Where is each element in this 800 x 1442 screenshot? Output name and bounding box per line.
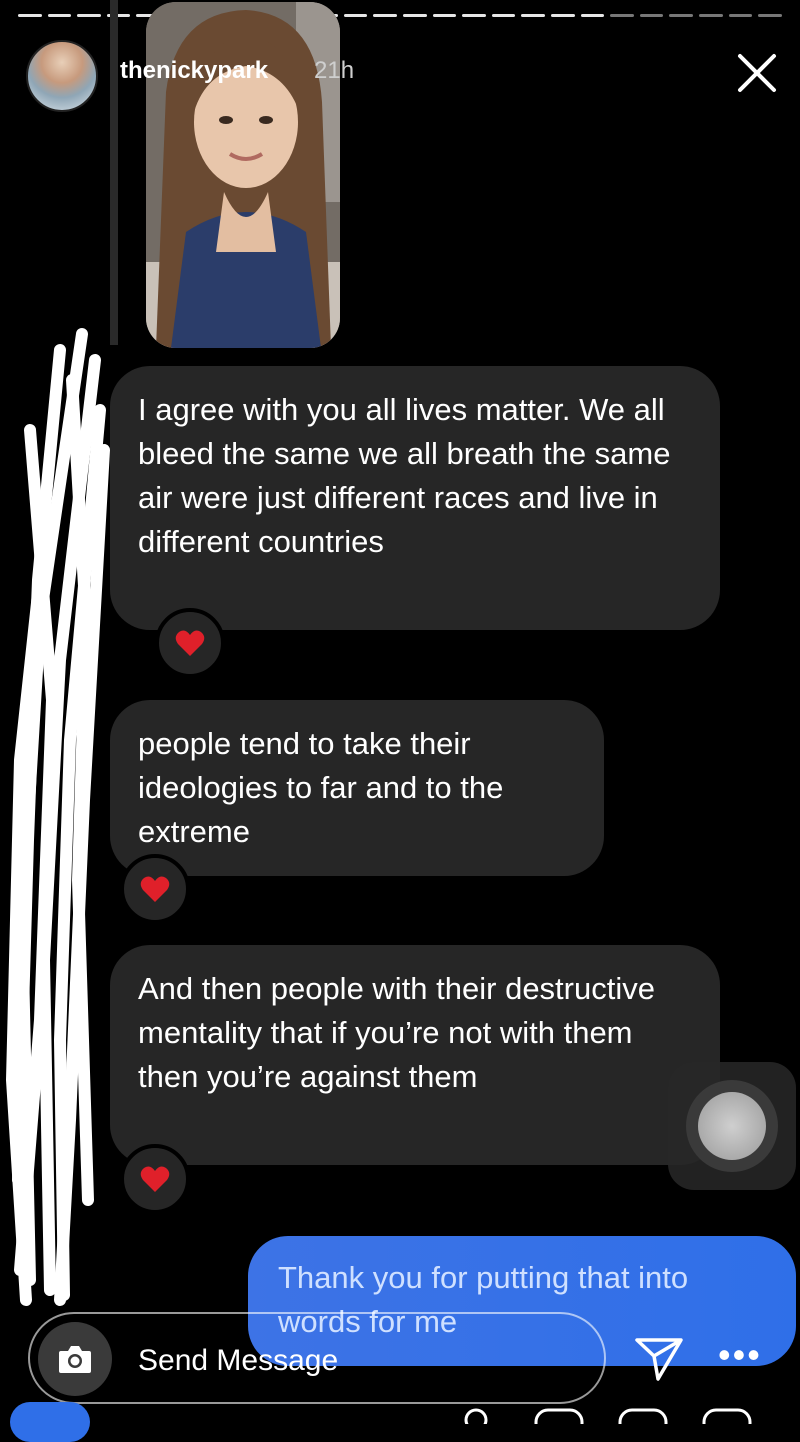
message-text: I agree with you all lives matter. We al… <box>138 392 671 559</box>
bottom-camera-shortcut[interactable] <box>10 1402 90 1442</box>
story-timestamp: 21h <box>314 57 355 84</box>
send-icon[interactable] <box>634 1336 684 1382</box>
send-message-placeholder: Send Message <box>138 1344 339 1377</box>
bottom-toolbar-icons <box>464 1408 752 1424</box>
divider-line <box>110 0 118 345</box>
message-text: And then people with their destructive m… <box>138 971 655 1094</box>
progress-segment <box>343 14 368 17</box>
progress-segment <box>432 14 457 17</box>
avatar[interactable] <box>26 40 98 112</box>
message-text: people tend to take their ideologies to … <box>138 726 504 849</box>
selfie-image <box>146 2 340 348</box>
progress-segment <box>521 14 545 17</box>
camera-button[interactable] <box>38 1322 112 1396</box>
message-reaction[interactable] <box>120 854 190 924</box>
received-message-bubble[interactable]: people tend to take their ideologies to … <box>110 700 604 876</box>
progress-segment <box>462 14 486 17</box>
progress-segment <box>550 14 575 17</box>
progress-segment <box>402 14 427 17</box>
more-options-button[interactable]: ••• <box>718 1337 762 1373</box>
progress-segment <box>639 14 664 17</box>
message-reaction[interactable] <box>120 1144 190 1214</box>
close-icon <box>738 54 776 92</box>
heart-icon <box>140 1166 170 1192</box>
progress-segment <box>373 14 397 17</box>
progress-segment <box>491 14 516 17</box>
progress-segment <box>580 14 605 17</box>
progress-segment <box>728 14 753 17</box>
progress-segment <box>47 14 72 17</box>
close-button[interactable] <box>736 52 778 94</box>
progress-segment <box>699 14 723 17</box>
camera-icon <box>59 1346 91 1373</box>
assistive-touch-button[interactable] <box>668 1062 796 1190</box>
video-call-thumbnail <box>146 2 340 348</box>
heart-icon <box>140 876 170 902</box>
received-message-bubble[interactable]: I agree with you all lives matter. We al… <box>110 366 720 630</box>
progress-segment <box>18 14 42 17</box>
message-composer[interactable]: Send Message <box>28 1312 606 1404</box>
story-username[interactable]: thenickypark <box>120 57 268 85</box>
progress-segment <box>758 14 782 17</box>
story-progress-bar <box>18 14 782 18</box>
received-message-bubble[interactable]: And then people with their destructive m… <box>110 945 720 1165</box>
progress-segment <box>77 14 101 17</box>
assistive-touch-dot <box>698 1092 766 1160</box>
progress-segment <box>669 14 694 17</box>
redaction-scribble <box>6 328 110 1306</box>
message-reaction[interactable] <box>155 608 225 678</box>
progress-segment <box>610 14 634 17</box>
heart-icon <box>175 630 205 656</box>
